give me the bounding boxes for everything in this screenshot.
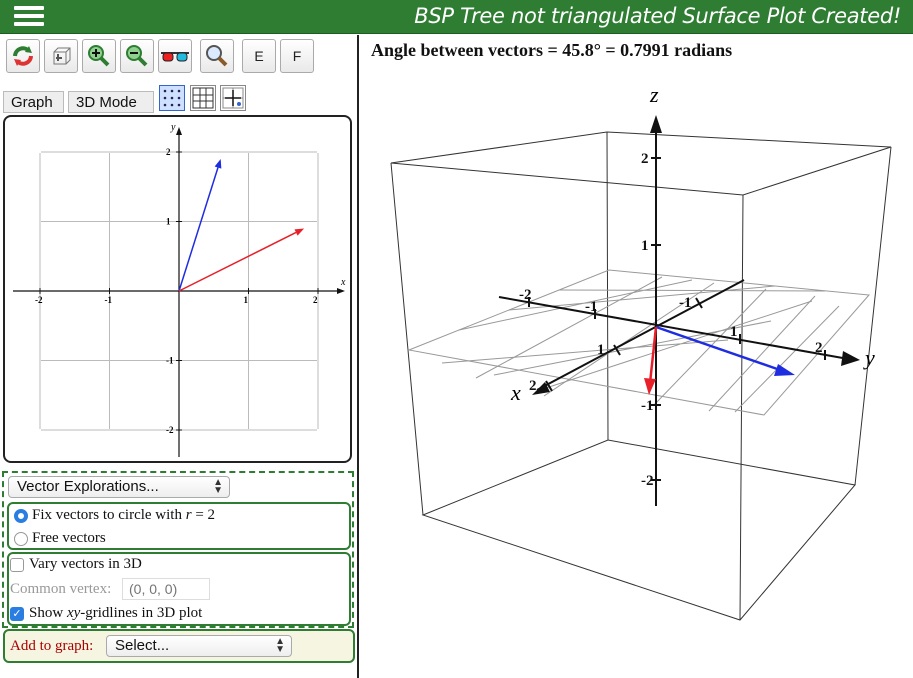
- x-tick-label: -1: [105, 295, 113, 305]
- top-bar: BSP Tree not triangulated Surface Plot C…: [0, 0, 913, 34]
- grid-icon[interactable]: [190, 85, 216, 111]
- fix-circle-label: Fix vectors to circle with r = 2: [32, 507, 216, 523]
- left-panel: E F Graph 3D Mode x y -2 -1 1 2 2 1 -1 -2 Vecto…: [0, 35, 357, 678]
- common-vertex-input[interactable]: [122, 578, 210, 600]
- f-button[interactable]: F: [280, 39, 314, 73]
- vector-3d-blue-arrowhead[interactable]: [774, 364, 795, 376]
- exploration-select[interactable]: Vector Explorations... ▲ ▼: [8, 476, 230, 498]
- gridlines-label: Show xy-gridlines in 3D plot: [29, 605, 203, 621]
- zoom-in-icon[interactable]: [82, 39, 116, 73]
- magnifier-icon[interactable]: [200, 39, 234, 73]
- z-tick-label: 1: [641, 238, 649, 254]
- gridlines-checkbox[interactable]: ✓: [10, 607, 24, 621]
- status-message: BSP Tree not triangulated Surface Plot C…: [414, 4, 901, 28]
- y-tick-label: 2: [815, 340, 823, 356]
- y-tick-label: 1: [730, 324, 738, 340]
- vary-3d-checkbox[interactable]: [10, 558, 24, 572]
- fix-circle-radio[interactable]: [14, 509, 28, 523]
- z-tick-label: 2: [641, 151, 649, 167]
- bounding-box: [390, 131, 892, 621]
- z-axis-label: z: [649, 82, 659, 107]
- x-tick-label: 1: [597, 342, 605, 358]
- vector-2-line[interactable]: [178, 231, 297, 292]
- x-tick-label: -2: [35, 295, 43, 305]
- e-button[interactable]: E: [242, 39, 276, 73]
- graph-2d-y-label: y: [170, 122, 176, 133]
- y-axis-label: y: [863, 345, 875, 370]
- y-tick-label: -2: [166, 425, 174, 435]
- free-vectors-label: Free vectors: [32, 530, 106, 546]
- x-tick-label: 2: [313, 295, 318, 305]
- box-view-icon[interactable]: [44, 39, 78, 73]
- plot-3d-canvas[interactable]: z y x 2 1 -1 -2 -2 -1 1 2 -1 1 2: [359, 35, 913, 678]
- axes-icon[interactable]: [220, 85, 246, 111]
- menu-icon[interactable]: [14, 6, 44, 28]
- z-tick-label: -1: [641, 398, 654, 414]
- x-axis-label: x: [510, 380, 521, 405]
- plot-3d-panel[interactable]: Angle between vectors = 45.8° = 0.7991 r…: [359, 35, 913, 678]
- vary-3d-label: Vary vectors in 3D: [29, 556, 142, 572]
- add-to-graph-label: Add to graph:: [10, 638, 94, 654]
- graph-tab[interactable]: Graph: [3, 91, 64, 113]
- x-tick-label: -1: [679, 295, 692, 311]
- zoom-out-icon[interactable]: [120, 39, 154, 73]
- add-to-graph-bar: Add to graph: Select... ▲ ▼: [3, 629, 355, 663]
- graph-2d-x-label: x: [340, 277, 346, 288]
- vector-3d-blue-line[interactable]: [655, 325, 784, 373]
- x-tick-label: 2: [529, 378, 537, 394]
- xy-gridlines: [407, 269, 871, 416]
- vector-1-line[interactable]: [178, 167, 219, 292]
- vector-3d-red-arrowhead[interactable]: [644, 378, 656, 395]
- vector-2-arrowhead[interactable]: [294, 228, 305, 236]
- y-tick-label: 2: [166, 147, 171, 157]
- common-vertex-label: Common vertex:: [10, 581, 112, 597]
- 3d-mode-tab[interactable]: 3D Mode: [68, 91, 154, 113]
- vector-1-arrowhead[interactable]: [214, 158, 222, 169]
- z-axis-arrowhead: [650, 115, 662, 133]
- select-arrows-icon: ▲ ▼: [213, 477, 223, 496]
- z-tick-label: -2: [641, 473, 654, 489]
- graph-2d-canvas[interactable]: x y -2 -1 1 2 2 1 -1 -2: [5, 117, 350, 461]
- exploration-select-value: Vector Explorations...: [17, 478, 159, 495]
- x-tick-label: 1: [244, 295, 249, 305]
- y-axis-arrowhead: [841, 351, 860, 366]
- 3d-glasses-icon[interactable]: [158, 39, 192, 73]
- dot-grid-icon[interactable]: [159, 85, 185, 111]
- y-tick-label: -2: [519, 287, 532, 303]
- reset-view-icon[interactable]: [6, 39, 40, 73]
- y-tick-label: -1: [166, 356, 174, 366]
- free-vectors-radio[interactable]: [14, 532, 28, 546]
- add-to-graph-select-value: Select...: [115, 637, 170, 654]
- add-to-graph-select[interactable]: Select... ▲ ▼: [106, 635, 292, 657]
- y-tick-label: -1: [585, 299, 598, 315]
- y-tick-label: 1: [166, 217, 171, 227]
- graph-2d[interactable]: x y -2 -1 1 2 2 1 -1 -2: [3, 115, 352, 463]
- select-arrows-icon: ▲ ▼: [275, 636, 285, 655]
